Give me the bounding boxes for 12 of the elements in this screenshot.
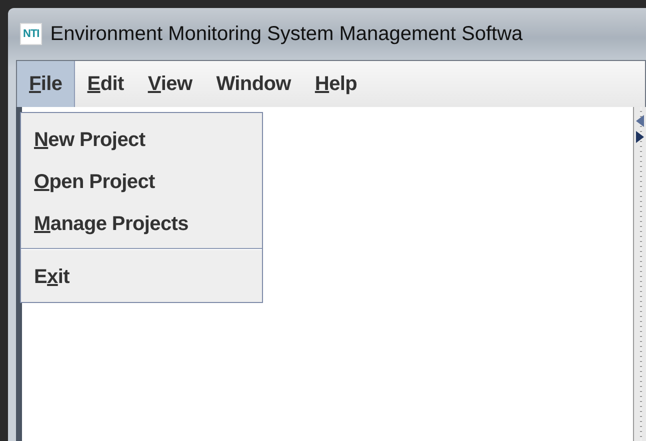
- splitter-arrows-icon[interactable]: [636, 115, 644, 145]
- menu[interactable]: Window: [204, 61, 303, 107]
- menu-item[interactable]: Manage Projects: [21, 203, 262, 245]
- menu[interactable]: View: [136, 61, 204, 107]
- menu[interactable]: Edit: [75, 61, 136, 107]
- menu-item[interactable]: Exit: [21, 256, 262, 298]
- menu[interactable]: Help: [302, 61, 370, 107]
- menu-item[interactable]: New Project: [21, 119, 262, 161]
- app-logo: NTI: [20, 23, 42, 45]
- menu[interactable]: File: [17, 61, 76, 107]
- menu-item[interactable]: Open Project: [21, 161, 262, 203]
- window-title: Environment Monitoring System Management Softwa: [50, 22, 523, 46]
